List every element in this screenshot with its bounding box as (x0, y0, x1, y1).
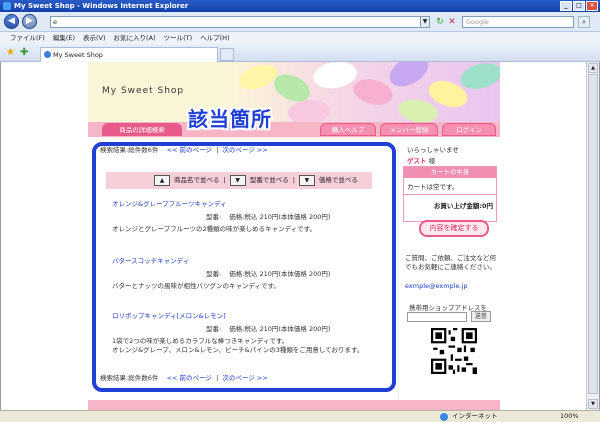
stop-icon[interactable]: ✕ (446, 16, 458, 28)
vertical-scrollbar[interactable]: ▲ ▼ (586, 62, 599, 410)
zone-text: インターネット (452, 412, 498, 420)
contact-line: ご質問、ご依頼、ご注文など何 (405, 254, 496, 262)
menu-item[interactable]: お気に入り(A) (114, 32, 156, 44)
nav-tab-detail-search[interactable]: 商品の詳細検索 (102, 123, 182, 136)
scroll-thumb[interactable] (588, 74, 598, 394)
menu-item[interactable]: ヘルプ(H) (200, 32, 229, 44)
highlight-label: 該当箇所 (188, 107, 272, 131)
menu-bar: ファイル(F) 編集(E) 表示(V) お気に入り(A) ツール(T) ヘルプ(H) (0, 32, 600, 44)
address-input[interactable]: e ▼ (50, 16, 430, 28)
guest-suffix: 様 (428, 157, 436, 165)
favorites-star-icon[interactable]: ★ (6, 47, 15, 59)
cart-empty-text: カートは空です。 (404, 178, 496, 195)
close-button[interactable]: ✕ (586, 1, 598, 11)
guest-line: ゲスト 様 (407, 155, 435, 165)
send-button[interactable]: 送信 (471, 311, 491, 322)
menu-item[interactable]: ツール(T) (164, 32, 193, 44)
menu-item[interactable]: 編集(E) (53, 32, 75, 44)
highlight-frame (92, 142, 396, 392)
candy-image (235, 62, 281, 95)
candy-image (350, 75, 396, 109)
page-favicon-icon (44, 51, 51, 58)
mobile-email-input[interactable] (407, 312, 467, 322)
welcome-text: いらっしゃいませ (407, 146, 459, 154)
forward-button[interactable]: ▶ (22, 14, 37, 29)
scroll-up-icon[interactable]: ▲ (588, 63, 598, 73)
candy-image (287, 98, 331, 122)
back-button[interactable]: ◀ (4, 14, 19, 29)
footer-bar (88, 400, 500, 410)
add-favorite-icon[interactable]: ✚ (20, 47, 28, 59)
ie-app-icon (3, 2, 11, 10)
status-bar: インターネット 100% (0, 410, 600, 422)
guest-name: ゲスト (407, 157, 427, 165)
zoom-level[interactable]: 100% (560, 411, 579, 422)
cart-title: カートの中身 (404, 167, 496, 178)
tab-label: My Sweet Shop (53, 51, 103, 59)
nav-tab-purchase-help[interactable]: 購入ヘルプ (320, 123, 376, 136)
confirm-button[interactable]: 内容を確定する (419, 220, 489, 237)
window-titlebar: My Sweet Shop - Windows Internet Explore… (0, 0, 600, 12)
search-icon[interactable]: ⌕ (578, 16, 590, 28)
contact-text: ご質問、ご依頼、ご注文など何 でもお気軽にご連絡ください。 (405, 254, 496, 272)
refresh-icon[interactable]: ↻ (434, 16, 446, 28)
shop-header: My Sweet Shop (88, 62, 500, 122)
url-text: e (53, 18, 57, 26)
menu-item[interactable]: ファイル(F) (10, 32, 45, 44)
sidebar: いらっしゃいませ ゲスト 様 カートの中身 カートは空です。 お買い上げ金額:0… (398, 140, 500, 408)
candy-image (384, 62, 434, 93)
window-title: My Sweet Shop - Windows Internet Explore… (14, 2, 189, 10)
search-input[interactable]: Google (462, 16, 574, 28)
minimize-button[interactable]: _ (560, 1, 572, 11)
shop-title: My Sweet Shop (102, 86, 185, 96)
tab-bar: ★ ✚ My Sweet Shop (0, 44, 600, 62)
tab-my-sweet-shop[interactable]: My Sweet Shop (40, 47, 218, 62)
qr-code (431, 328, 477, 374)
nav-tab-member-register[interactable]: メンバー登録 (380, 123, 438, 136)
globe-icon (440, 413, 448, 421)
nav-tab-login[interactable]: ログイン (442, 123, 496, 136)
menu-item[interactable]: 表示(V) (83, 32, 106, 44)
contact-line: でもお気軽にご連絡ください。 (405, 263, 496, 271)
cart-total: お買い上げ金額:0円 (433, 202, 493, 210)
candy-image (396, 96, 440, 122)
address-toolbar: ◀ ▶ e ▼ ↻ ✕ Google ⌕ (0, 12, 600, 32)
candy-image (457, 62, 500, 94)
cart-box: カートの中身 カートは空です。 お買い上げ金額:0円 (403, 166, 497, 222)
candy-image (311, 62, 359, 92)
address-dropdown-icon[interactable]: ▼ (420, 17, 429, 27)
email-link[interactable]: exmple@exmple.jp (405, 282, 468, 290)
scroll-down-icon[interactable]: ▼ (588, 399, 598, 409)
maximize-button[interactable]: □ (573, 1, 585, 11)
window-controls: _ □ ✕ (560, 1, 598, 11)
new-tab-button[interactable] (220, 48, 234, 61)
